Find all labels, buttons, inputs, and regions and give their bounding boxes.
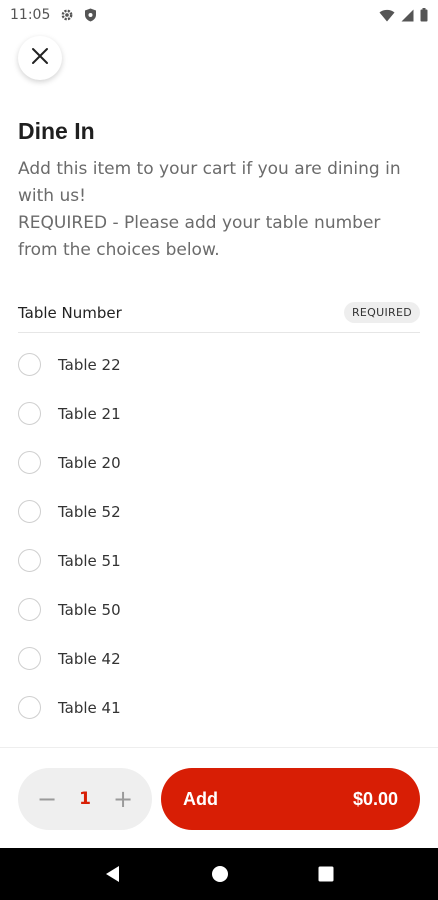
- close-button[interactable]: [18, 36, 62, 80]
- option-table-22[interactable]: Table 22: [0, 340, 438, 389]
- option-table-21[interactable]: Table 21: [0, 389, 438, 438]
- option-label: Table 52: [58, 502, 121, 521]
- radio-button[interactable]: [18, 549, 41, 572]
- quantity-value: 1: [79, 789, 91, 809]
- option-label: Table 22: [58, 355, 121, 374]
- status-time: 11:05: [10, 7, 51, 23]
- option-label: Table 21: [58, 404, 121, 423]
- option-label: Table 50: [58, 600, 121, 619]
- wifi-icon: [379, 9, 395, 22]
- radio-button[interactable]: [18, 647, 41, 670]
- option-label: Table 41: [58, 698, 121, 717]
- battery-icon: [420, 8, 428, 22]
- radio-button[interactable]: [18, 451, 41, 474]
- back-icon[interactable]: [104, 865, 122, 883]
- option-label: Table 51: [58, 551, 121, 570]
- home-icon[interactable]: [211, 865, 229, 883]
- gear-icon: [60, 8, 74, 22]
- option-table-51[interactable]: Table 51: [0, 536, 438, 585]
- description-line: Add this item to your cart if you are di…: [18, 159, 401, 206]
- close-icon: [31, 47, 49, 69]
- page-title: Dine In: [18, 118, 95, 144]
- section-label: Table Number: [18, 303, 122, 322]
- decrement-button[interactable]: −: [34, 785, 60, 813]
- add-to-cart-footer: − 1 + Add $0.00: [0, 747, 438, 847]
- radio-button[interactable]: [18, 353, 41, 376]
- shield-icon: [84, 8, 97, 22]
- quantity-stepper: − 1 +: [18, 768, 152, 830]
- add-to-cart-button[interactable]: Add $0.00: [161, 768, 420, 830]
- item-description: Add this item to your cart if you are di…: [18, 156, 423, 264]
- option-label: Table 20: [58, 453, 121, 472]
- increment-button[interactable]: +: [110, 785, 136, 813]
- add-button-price: $0.00: [352, 788, 398, 809]
- radio-button[interactable]: [18, 500, 41, 523]
- option-table-42[interactable]: Table 42: [0, 634, 438, 683]
- signal-icon: [401, 9, 414, 22]
- status-bar: 11:05: [0, 0, 438, 30]
- radio-button[interactable]: [18, 696, 41, 719]
- option-table-20[interactable]: Table 20: [0, 438, 438, 487]
- option-label: Table 42: [58, 649, 121, 668]
- table-options-list[interactable]: Table 22 Table 21 Table 20 Table 52 Tabl…: [0, 340, 438, 746]
- table-number-section-header: Table Number REQUIRED: [18, 299, 420, 333]
- required-badge: REQUIRED: [343, 302, 420, 323]
- system-navigation-bar: [0, 848, 438, 900]
- recents-icon[interactable]: [318, 866, 334, 882]
- option-table-50[interactable]: Table 50: [0, 585, 438, 634]
- add-button-label: Add: [183, 788, 218, 809]
- option-table-52[interactable]: Table 52: [0, 487, 438, 536]
- radio-button[interactable]: [18, 598, 41, 621]
- radio-button[interactable]: [18, 402, 41, 425]
- description-required-line: REQUIRED - Please add your table number …: [18, 213, 381, 260]
- option-table-41[interactable]: Table 41: [0, 683, 438, 732]
